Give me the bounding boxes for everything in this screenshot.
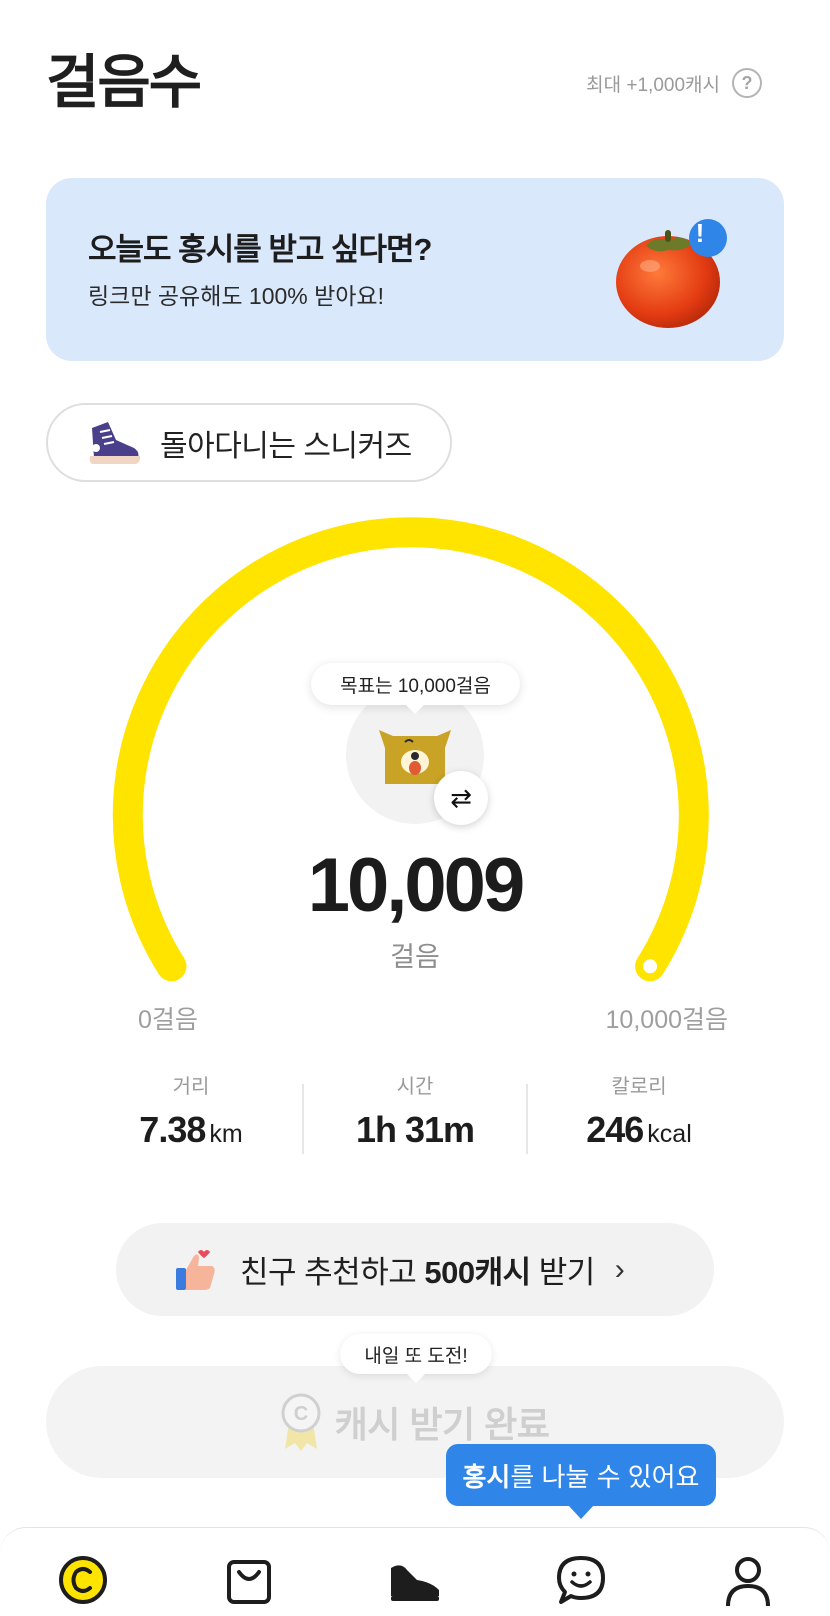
stat-distance: 거리 7.38 km <box>71 1070 311 1151</box>
shopping-bag-icon[interactable] <box>221 1552 277 1608</box>
alert-badge-icon: ! <box>695 218 705 248</box>
max-reward-text: 최대 +1,000캐시 <box>586 74 720 96</box>
share-tooltip[interactable]: 홍시 를 나눌 수 있어요 <box>446 1444 716 1519</box>
stat-value: 246 kcal <box>586 1109 692 1150</box>
swap-character-button[interactable]: ⇄ <box>434 771 488 825</box>
stat-time: 시간 1h 31m <box>295 1070 535 1151</box>
stat-value: 7.38 km <box>139 1109 243 1150</box>
chevron-right-icon: › <box>614 1252 625 1286</box>
stat-calories: 칼로리 246 kcal <box>519 1070 759 1151</box>
sneaker-icon[interactable] <box>387 1552 443 1608</box>
gauge-min-label: 0걸음 <box>138 1006 198 1034</box>
invite-text: 친구 추천하고 500캐시 받기 <box>240 1255 595 1290</box>
svg-text:C: C <box>293 1403 307 1425</box>
goal-bubble: 목표는 10,000걸음 <box>311 663 520 714</box>
thumbs-up-icon <box>176 1249 215 1290</box>
banner-subtitle: 링크만 공유해도 100% 받아요! <box>88 283 384 309</box>
stat-label: 거리 <box>172 1076 210 1098</box>
cash-coin-icon[interactable] <box>55 1552 111 1608</box>
help-icon[interactable]: ? <box>732 68 762 98</box>
banner-title: 오늘도 홍시를 받고 싶다면? <box>88 232 432 267</box>
stat-label: 시간 <box>396 1076 434 1098</box>
sneaker-label: 돌아다니는 스니커즈 <box>160 429 412 463</box>
page-title: 걸음수 <box>46 50 202 115</box>
chat-smile-icon[interactable] <box>553 1552 609 1608</box>
max-reward-info[interactable]: 최대 +1,000캐시 ? <box>586 68 762 98</box>
bottom-nav <box>0 1527 830 1616</box>
sneaker-chip[interactable]: 돌아다니는 스니커즈 <box>46 403 452 482</box>
cash-claimed-label: 캐시 받기 완료 <box>334 1404 550 1445</box>
share-banner[interactable]: 오늘도 홍시를 받고 싶다면? 링크만 공유해도 100% 받아요! ! <box>46 178 784 361</box>
stat-value: 1h 31m <box>355 1109 475 1150</box>
invite-friend-button[interactable]: 친구 추천하고 500캐시 받기 › <box>116 1223 714 1316</box>
step-count: 10,009 <box>307 843 525 928</box>
step-unit: 걸음 <box>390 942 440 972</box>
medal-icon: C <box>281 1393 321 1451</box>
tomorrow-bubble: 내일 또 도전! <box>340 1334 492 1383</box>
stat-label: 칼로리 <box>611 1076 667 1098</box>
gauge-max-label: 10,000걸음 <box>605 1006 728 1034</box>
persimmon-icon <box>616 219 727 328</box>
sneaker-icon <box>89 421 141 464</box>
profile-icon[interactable] <box>720 1552 776 1608</box>
